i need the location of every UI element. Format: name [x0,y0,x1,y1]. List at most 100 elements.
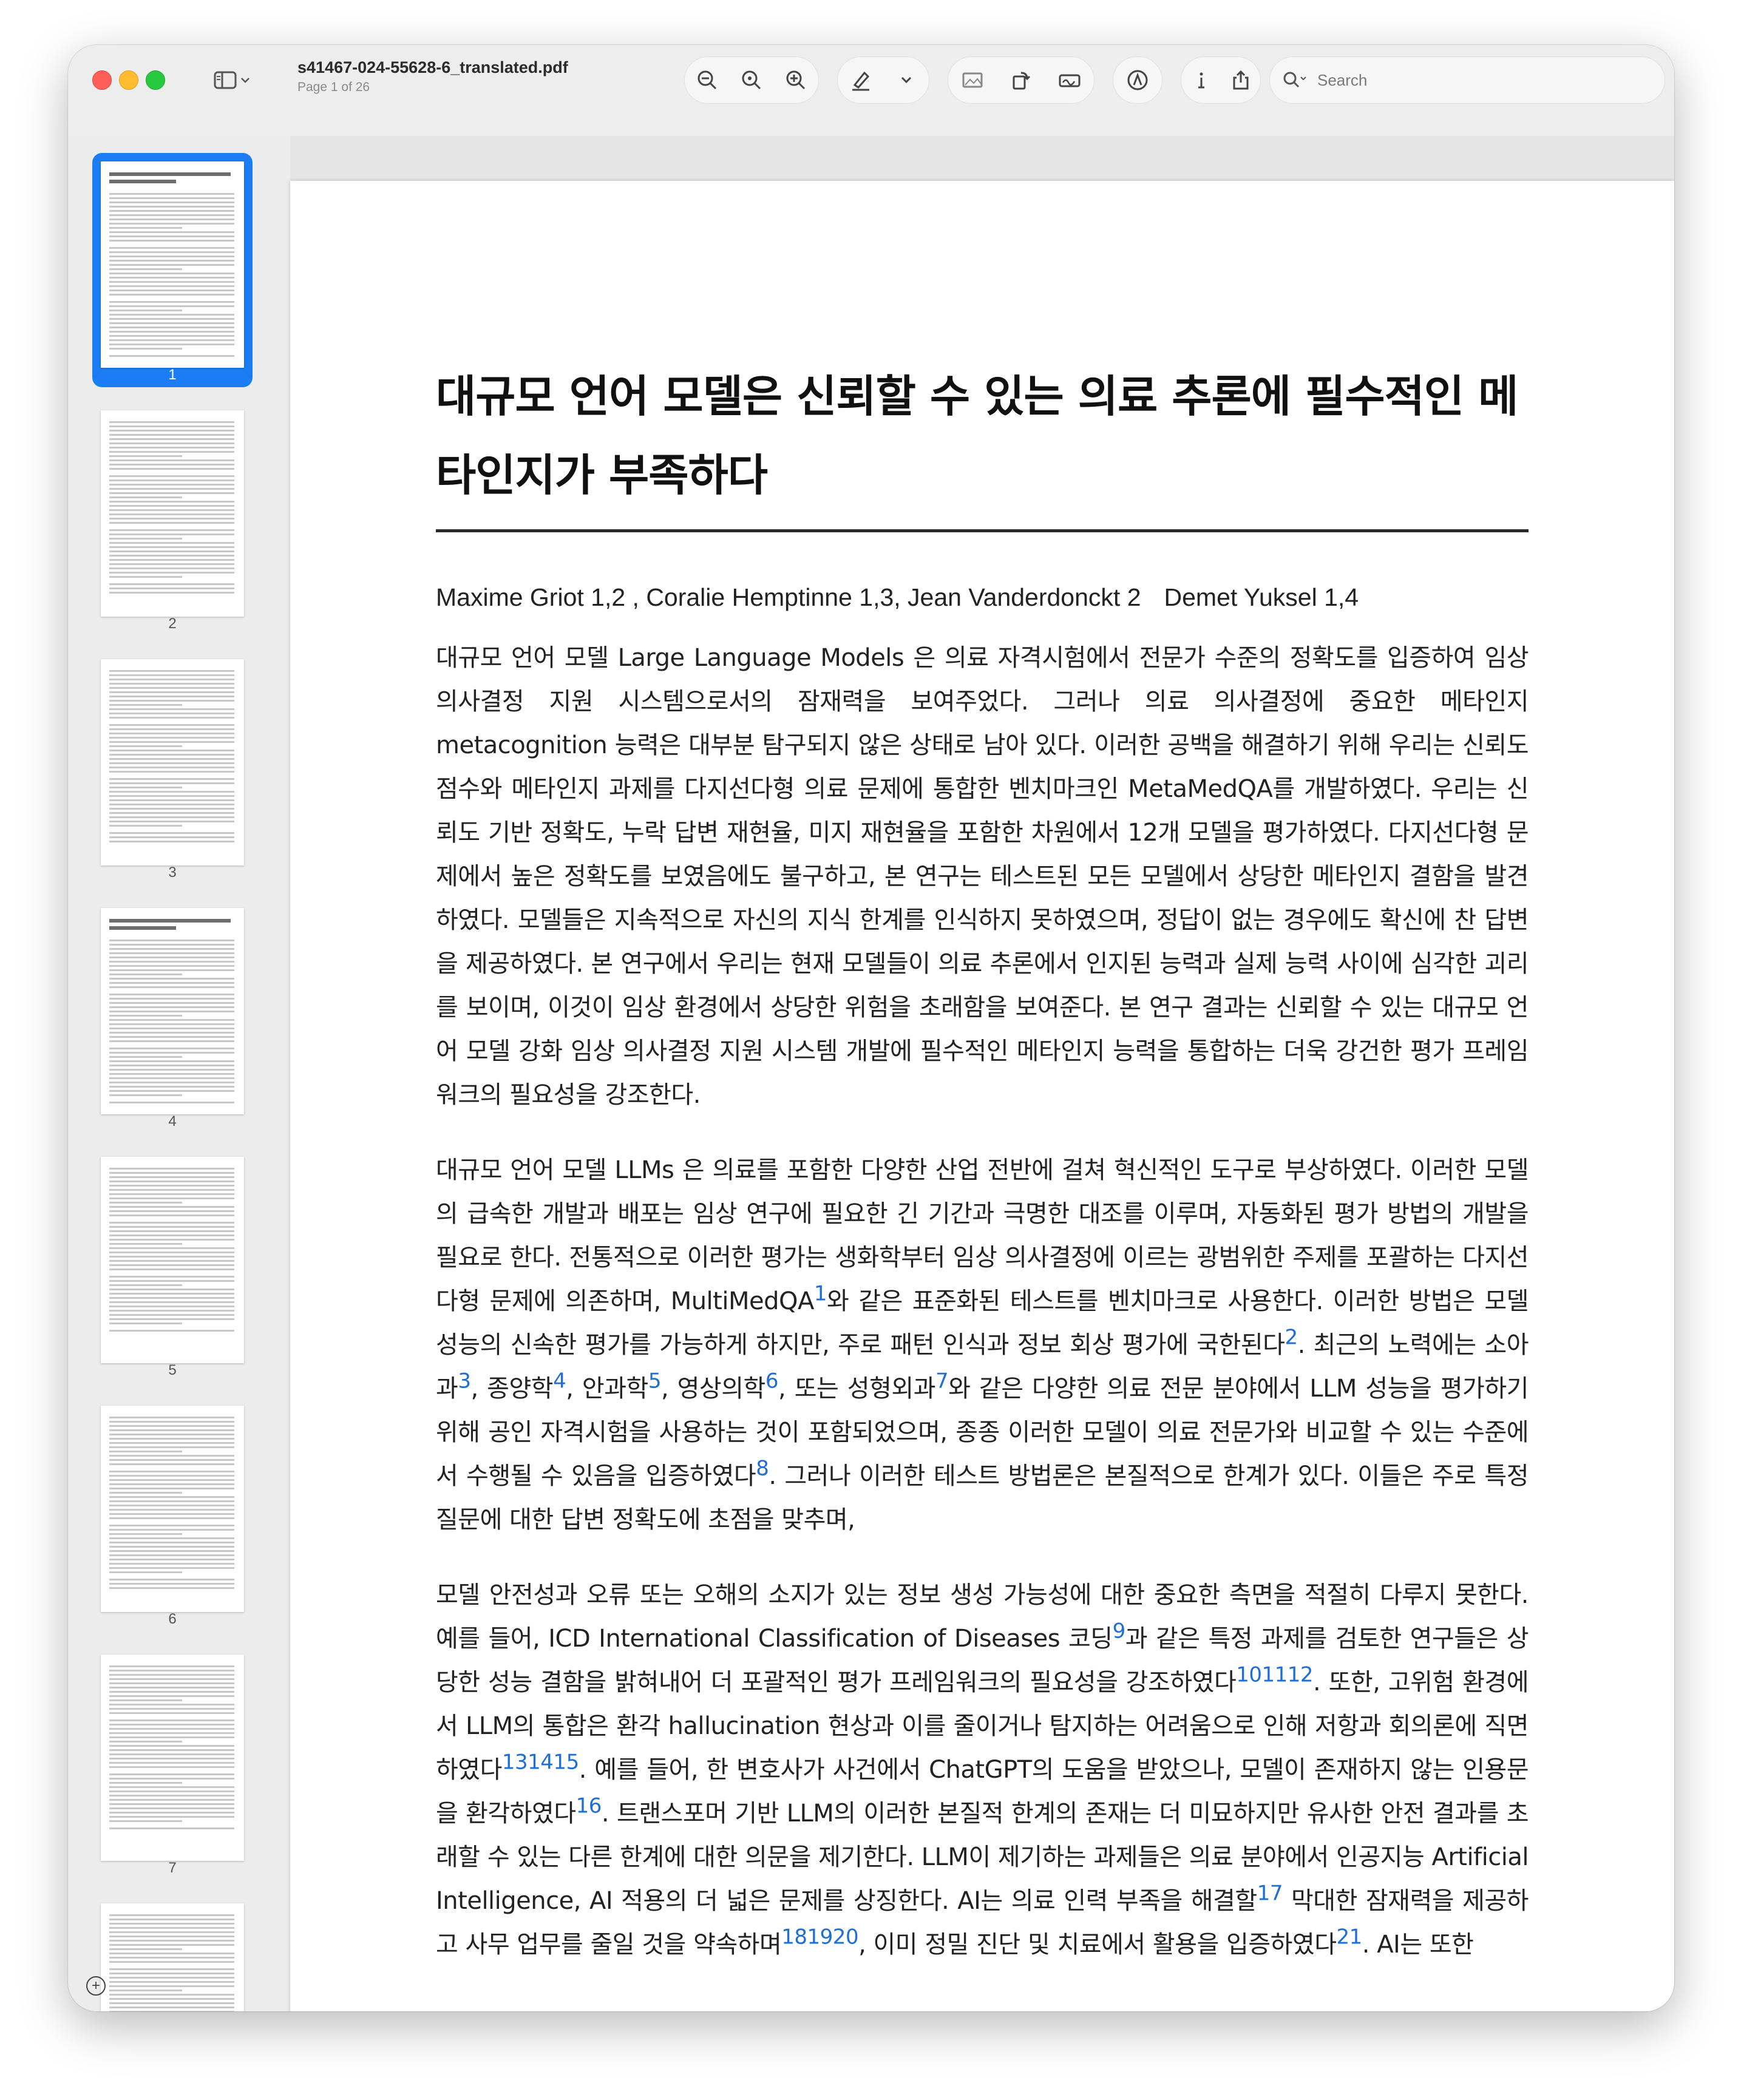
citation-link[interactable]: 21 [1337,1925,1363,1949]
citation-link[interactable]: 131415 [502,1750,579,1775]
page-thumbnail-5[interactable]: 5 [92,1148,253,1383]
citation-link[interactable]: 101112 [1236,1663,1313,1687]
thumbnail-text-line [109,1766,234,1768]
citation-link[interactable]: 1 [814,1282,827,1306]
thumbnail-text-line [109,1463,234,1465]
thumbnail-text-line [109,484,234,486]
actual-size-button[interactable] [733,62,770,98]
thumbnail-page-number: 1 [168,367,177,383]
citation-link[interactable]: 8 [756,1457,769,1481]
thumbnail-text-line [109,1670,234,1672]
thumbnail-page-number: 7 [168,1860,177,1876]
thumbnail-text-line [109,214,234,216]
thumbnail-text-line [109,1483,234,1485]
thumbnail-text-line [109,1699,182,1701]
thumbnail-text-line [109,1968,234,1970]
thumbnail-text-line [109,1998,234,2000]
page-thumbnail-8[interactable] [92,1895,253,2011]
thumbnail-text-line [109,1193,234,1195]
page-thumbnail-4[interactable]: 4 [92,899,253,1134]
search-input[interactable] [1316,70,1610,90]
thumbnail-text-line [109,1252,234,1253]
page-thumbnail-3[interactable]: 3 [92,651,253,885]
select-image-button[interactable] [954,62,991,98]
thumbnail-text-line [109,1073,234,1075]
share-button[interactable] [1223,62,1259,98]
thumbnail-text-line [109,277,234,279]
document-view[interactable]: 대규모 언어 모델은 신뢰할 수 있는 의료 추론에 필수적인 메타인지가 부족… [290,136,1674,2011]
search-field[interactable] [1270,57,1665,103]
thumbnail-text-line [109,240,234,242]
citation-link[interactable]: 2 [1285,1326,1298,1350]
minimize-window-button[interactable] [119,70,138,90]
add-page-button[interactable]: + [86,1976,106,1996]
highlight-menu-button[interactable] [888,62,925,98]
markup-button[interactable] [1119,62,1156,98]
thumbnail-text-line [109,948,234,950]
rotate-button[interactable] [1003,62,1039,98]
thumbnail-heading-line [109,926,176,930]
thumbnail-text-line [109,1189,234,1191]
thumbnail-text-line [109,1745,234,1747]
citation-link[interactable]: 7 [935,1369,949,1394]
zoom-window-button[interactable] [146,70,165,90]
thumbnail-text-line [109,724,234,726]
citation-link[interactable]: 17 [1257,1882,1283,1906]
thumbnail-text-line [109,1712,234,1714]
thumbnail-text-line [109,492,234,494]
thumbnail-text-line [109,576,182,578]
body-paragraph: 모델 안전성과 오류 또는 오해의 소지가 있는 정보 생성 가능성에 대한 중… [436,1573,1529,1966]
sign-button[interactable] [1051,62,1088,98]
thumbnail-text-line [109,717,234,719]
highlight-button[interactable] [843,62,879,98]
thumbnail-text-line [109,509,234,511]
thumbnail-image [101,908,244,1114]
share-icon [1233,70,1248,90]
thumbnail-text-line [109,1069,234,1071]
zoom-in-button[interactable] [778,62,814,98]
thumbnail-text-line [109,816,234,818]
article: 대규모 언어 모델은 신뢰할 수 있는 의료 추론에 필수적인 메타인지가 부족… [436,357,1529,1991]
thumbnail-text-line [109,1927,234,1929]
thumbnail-text-line [109,264,234,266]
citation-link[interactable]: 5 [648,1369,662,1394]
page-thumbnail-6[interactable]: 6 [92,1397,253,1631]
thumbnail-text-line [109,1425,234,1427]
thumbnail-text-line [109,1479,234,1481]
thumbnail-text-line [109,1060,234,1062]
thumbnail-text-line [109,1505,234,1506]
thumbnail-text-line [109,986,234,988]
close-window-button[interactable] [92,70,112,90]
thumbnail-text-line [109,1239,234,1241]
thumbnail-text-line [109,344,234,345]
citation-link[interactable]: 9 [1113,1619,1126,1644]
thumbnail-text-line [109,533,234,535]
citation-link[interactable]: 181920 [781,1925,858,1949]
thumbnail-text-line [109,1795,234,1797]
thumbnail-text-line [109,335,234,337]
thumbnail-text-line [109,758,234,760]
page-thumbnail-1[interactable]: 1 [92,153,253,387]
info-button[interactable] [1183,62,1220,98]
thumbnail-image [101,659,244,865]
sidebar-toggle-button[interactable] [214,67,257,93]
citation-link[interactable]: 6 [765,1369,779,1394]
citation-link[interactable]: 3 [458,1369,471,1394]
thumbnail-text-line [109,696,234,697]
page-thumbnail-2[interactable]: 2 [92,402,253,636]
zoom-out-button[interactable] [689,62,725,98]
thumbnail-text-line [109,442,234,444]
page-thumbnail-7[interactable]: 7 [92,1646,253,1880]
thumbnail-text-line [109,1807,234,1809]
thumbnail-text-line [109,567,234,569]
thumbnail-text-line [109,1446,234,1448]
thumbnail-text-line [109,1778,234,1780]
thumbnail-text-line [109,430,234,432]
thumbnail-text-line [109,1197,234,1199]
thumbnail-text-line [109,281,234,283]
thumbnail-text-line [109,787,182,788]
citation-link[interactable]: 4 [553,1369,566,1394]
citation-link[interactable]: 16 [576,1794,602,1818]
thumbnail-text-line [109,348,182,350]
thumbnail-text-line [109,1546,234,1548]
